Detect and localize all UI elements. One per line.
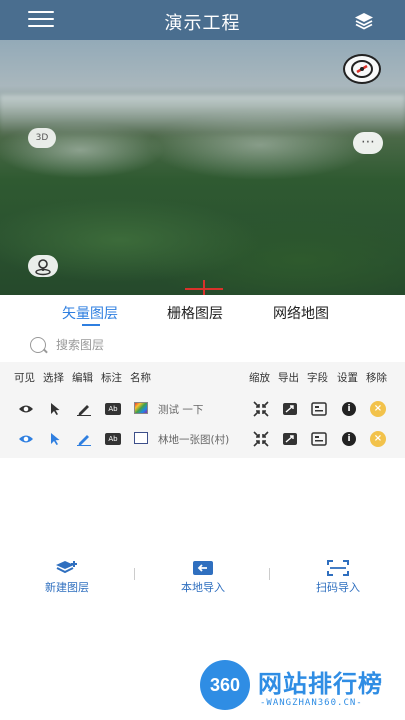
visibility-eye-icon[interactable]: [18, 401, 34, 417]
more-options-icon[interactable]: ⋯: [353, 132, 383, 154]
zoom-to-layer-icon[interactable]: [253, 431, 269, 447]
fields-icon[interactable]: [311, 431, 327, 447]
layer-style-swatch[interactable]: [134, 432, 148, 444]
visibility-eye-icon[interactable]: [18, 431, 34, 447]
search-input[interactable]: [56, 335, 226, 355]
col-label: 标注: [101, 372, 122, 384]
local-import-button[interactable]: 本地导入: [158, 560, 248, 595]
compass-icon[interactable]: [343, 54, 381, 84]
search-icon: [30, 337, 46, 353]
export-icon[interactable]: [282, 401, 298, 417]
layer-table: 可见 选择 编辑 标注 名称 缩放 导出 字段 设置 移除 Ab 测试 一下 i…: [0, 362, 405, 458]
layer-style-swatch[interactable]: [134, 402, 148, 414]
table-row[interactable]: Ab 林地一张图(村) i ×: [0, 424, 405, 454]
col-visible: 可见: [14, 372, 35, 384]
layers-icon[interactable]: [353, 11, 375, 31]
watermark-logo: 360 网站排行榜 -WANGZHAN360.CN-: [200, 660, 405, 720]
col-settings: 设置: [337, 372, 358, 384]
map-view[interactable]: 3D ⋯: [0, 40, 405, 295]
layer-name[interactable]: 测试 一下: [158, 402, 203, 417]
3d-toggle-button[interactable]: 3D: [28, 128, 56, 148]
layer-panel: 矢量图层 栅格图层 网络地图 可见 选择 编辑 标注 名称 缩放 导出 字段 设…: [0, 295, 405, 720]
remove-icon[interactable]: ×: [370, 431, 386, 447]
fields-icon[interactable]: [311, 401, 327, 417]
settings-info-icon[interactable]: i: [341, 401, 357, 417]
tab-vector-layers[interactable]: 矢量图层: [62, 303, 118, 326]
scan-import-button[interactable]: 扫码导入: [293, 560, 383, 595]
remove-icon[interactable]: ×: [370, 401, 386, 417]
table-row[interactable]: Ab 测试 一下 i ×: [0, 394, 405, 424]
col-remove: 移除: [366, 372, 387, 384]
edit-pencil-icon[interactable]: [76, 431, 92, 447]
map-terrain: [0, 95, 405, 135]
divider: [269, 568, 270, 580]
layer-search: [30, 335, 230, 355]
tab-raster-layers[interactable]: 栅格图层: [167, 303, 223, 323]
col-export: 导出: [278, 372, 299, 384]
divider: [134, 568, 135, 580]
import-icon: [193, 561, 213, 575]
col-fields: 字段: [307, 372, 328, 384]
select-cursor-icon[interactable]: [47, 401, 63, 417]
watermark-url: -WANGZHAN360.CN-: [260, 698, 363, 708]
label-ab-icon[interactable]: Ab: [105, 431, 121, 447]
col-name: 名称: [130, 372, 151, 384]
settings-info-icon[interactable]: i: [341, 431, 357, 447]
tab-web-maps[interactable]: 网络地图: [273, 303, 329, 323]
layer-tabs: 矢量图层 栅格图层 网络地图: [0, 303, 405, 329]
select-cursor-icon[interactable]: [47, 431, 63, 447]
locate-icon[interactable]: [28, 255, 58, 277]
col-edit: 编辑: [72, 372, 93, 384]
new-layer-button[interactable]: 新建图层: [22, 560, 112, 595]
action-bar: 新建图层 本地导入 扫码导入: [0, 560, 405, 594]
zoom-to-layer-icon[interactable]: [253, 401, 269, 417]
col-select: 选择: [43, 372, 64, 384]
top-bar: 演示工程: [0, 0, 405, 40]
col-zoom: 缩放: [249, 372, 270, 384]
edit-pencil-icon[interactable]: [76, 401, 92, 417]
layer-name[interactable]: 林地一张图(村): [158, 432, 229, 447]
scan-icon: [327, 560, 349, 576]
crosshair-icon: [185, 280, 223, 295]
new-layer-icon: [56, 561, 77, 574]
watermark-badge: 360: [200, 660, 250, 710]
label-ab-icon[interactable]: Ab: [105, 401, 121, 417]
page-title: 演示工程: [164, 13, 241, 34]
watermark-name: 网站排行榜: [258, 670, 383, 698]
export-icon[interactable]: [282, 431, 298, 447]
